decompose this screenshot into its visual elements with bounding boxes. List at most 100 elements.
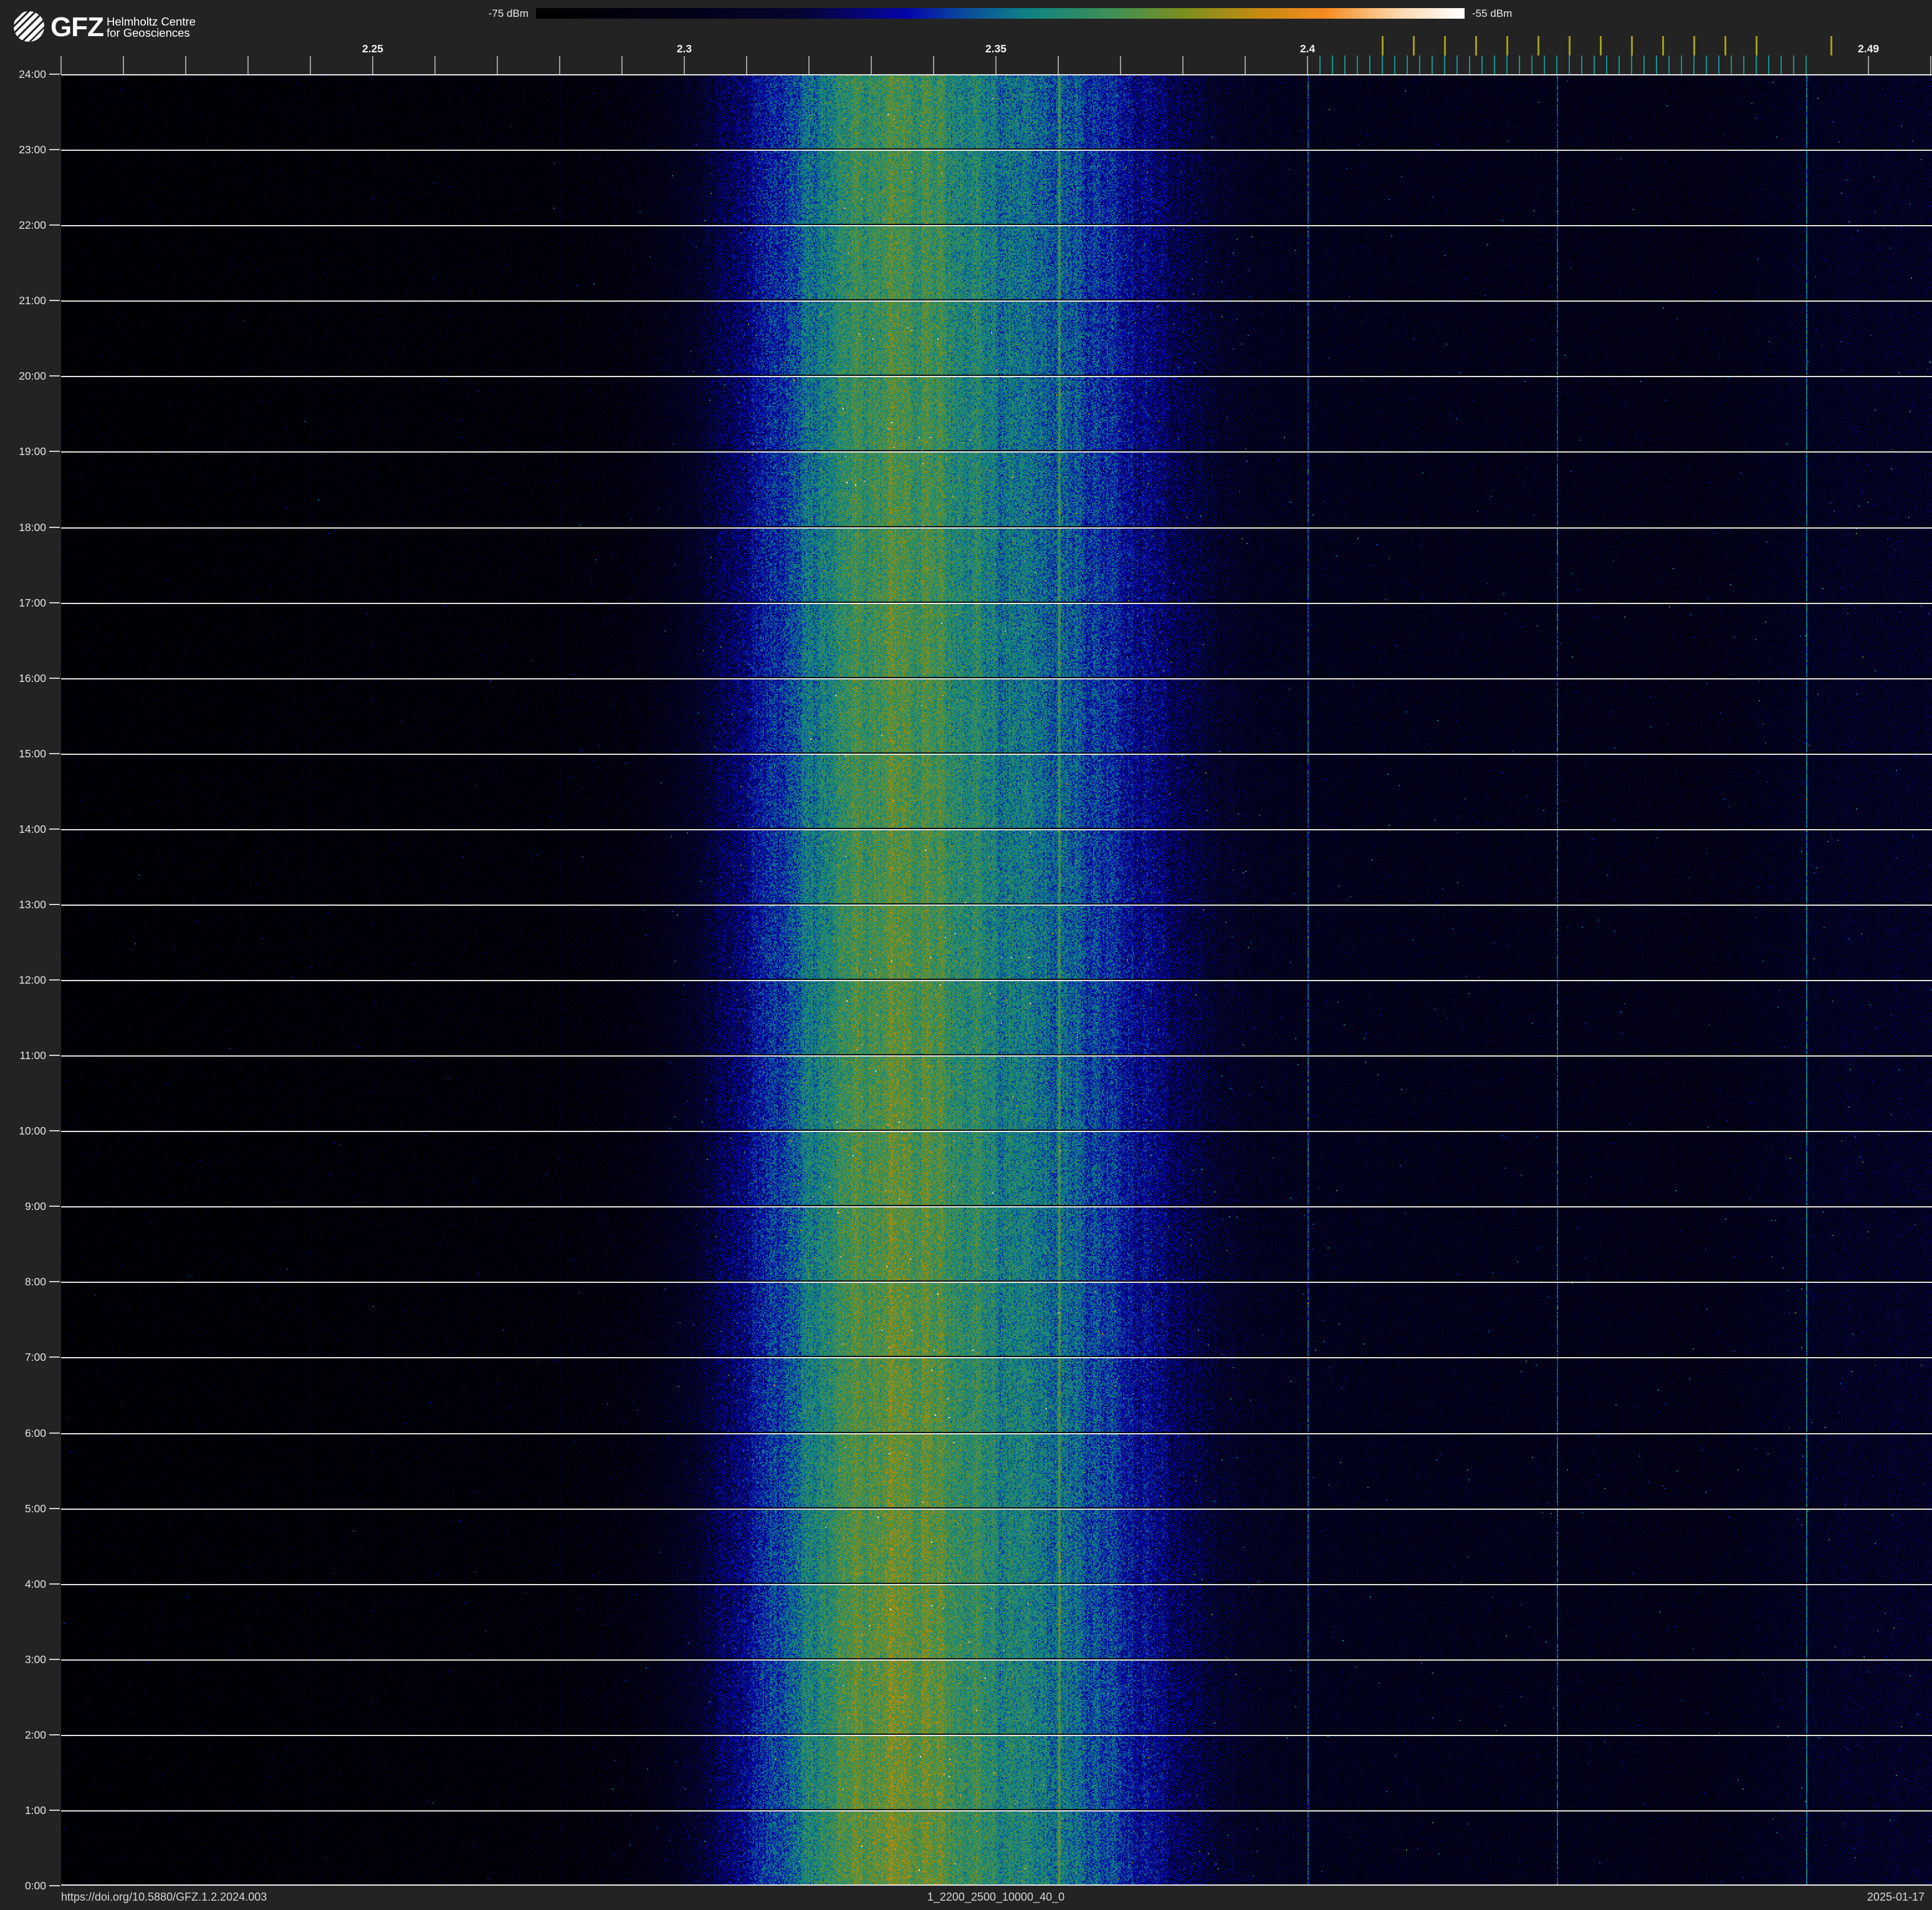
frequency-minor-tick [1245, 56, 1246, 74]
spectrogram-canvas [61, 74, 1932, 1886]
time-tick-label: 16:00 [19, 671, 46, 684]
frequency-minor-tick [1307, 56, 1308, 74]
gfz-logo-subtitle-line1: Helmholtz Centre [107, 15, 196, 28]
ble-channel-tick [1756, 55, 1757, 74]
frequency-tick-label: 2.3 [676, 42, 692, 55]
time-tick-label: 13:00 [19, 898, 46, 911]
ble-channel-tick [1469, 55, 1470, 74]
frequency-minor-tick [933, 56, 934, 74]
wifi-channel-tick [1693, 36, 1695, 55]
wifi-channel-tick [1506, 36, 1508, 55]
time-tick [49, 1583, 60, 1585]
time-tick-label: 12:00 [19, 974, 46, 986]
frequency-minor-tick [372, 56, 373, 74]
frequency-minor-tick [871, 56, 872, 74]
frequency-minor-tick [1058, 56, 1059, 74]
frequency-minor-tick [1868, 56, 1869, 74]
ble-channel-tick [1594, 55, 1595, 74]
frequency-tick-label: 2.35 [985, 42, 1007, 55]
time-tick [49, 677, 60, 679]
frequency-minor-tick [60, 56, 62, 74]
ble-channel-tick [1382, 55, 1383, 74]
time-tick-label: 11:00 [19, 1049, 47, 1062]
wifi-channel-tick [1412, 36, 1415, 55]
time-tick [49, 903, 60, 905]
time-tick-label: 3:00 [24, 1653, 46, 1666]
frequency-minor-tick [621, 56, 623, 74]
ble-channel-tick [1631, 55, 1632, 74]
time-tick [49, 828, 60, 830]
ble-channel-tick [1556, 55, 1557, 74]
ble-channel-tick [1643, 55, 1645, 74]
ble-channel-tick [1332, 55, 1333, 74]
time-tick [49, 74, 60, 75]
time-tick [49, 602, 60, 603]
ble-channel-tick [1481, 55, 1483, 74]
frequency-minor-tick [185, 56, 186, 74]
frequency-minor-tick [247, 56, 249, 74]
ble-channel-tick [1444, 55, 1445, 74]
time-tick-label: 20:00 [19, 370, 46, 383]
time-tick-label: 8:00 [24, 1275, 46, 1289]
wifi-channel-tick [1443, 36, 1446, 55]
time-tick [49, 1130, 60, 1132]
frequency-minor-tick [1120, 56, 1121, 74]
time-tick-label: 7:00 [24, 1351, 46, 1364]
time-tick [49, 224, 60, 226]
filename-caption: 1_2200_2500_10000_40_0 [927, 1891, 1065, 1903]
ble-channel-tick [1506, 55, 1508, 74]
time-tick [49, 1809, 60, 1811]
time-tick [49, 375, 60, 377]
ble-channel-tick [1369, 55, 1370, 74]
ble-channel-tick [1319, 55, 1321, 74]
time-tick-label: 1:00 [24, 1803, 46, 1816]
ble-channel-tick [1569, 55, 1570, 74]
time-tick [49, 752, 60, 754]
frequency-minor-tick [1182, 56, 1184, 74]
frequency-minor-tick [310, 56, 311, 74]
frequency-minor-tick [123, 56, 124, 74]
frequency-minor-tick [497, 56, 498, 74]
frequency-minor-tick [434, 56, 436, 74]
time-tick-label: 0:00 [24, 1879, 46, 1892]
ble-channel-tick [1606, 55, 1607, 74]
gfz-logo-text: GFZ [50, 12, 104, 42]
wifi-channel-tick [1630, 36, 1633, 55]
ble-channel-tick [1706, 55, 1707, 74]
frequency-minor-tick [746, 56, 747, 74]
time-tick-label: 15:00 [19, 747, 46, 760]
ble-channel-tick [1731, 55, 1732, 74]
ble-channel-tick [1432, 55, 1433, 74]
ble-channel-tick [1718, 55, 1719, 74]
wifi-channel-tick [1537, 36, 1539, 55]
time-tick-label: 24:00 [19, 68, 46, 80]
ble-channel-tick [1544, 55, 1545, 74]
time-tick [49, 979, 60, 981]
wifi-channel-tick [1755, 36, 1757, 55]
time-tick [49, 526, 60, 528]
time-tick [49, 1432, 60, 1434]
ble-channel-tick [1656, 55, 1657, 74]
time-tick [49, 451, 60, 453]
frequency-minor-tick [995, 56, 997, 74]
ble-channel-tick [1793, 55, 1794, 74]
frequency-minor-tick [808, 56, 810, 74]
frequency-minor-tick [559, 56, 560, 74]
time-tick-label: 23:00 [19, 143, 46, 156]
frequency-tick-label: 2.4 [1299, 42, 1316, 55]
ble-channel-tick [1531, 55, 1533, 74]
time-tick [49, 1206, 60, 1207]
colorbar [536, 8, 1465, 19]
wifi-channel-tick [1475, 36, 1477, 55]
ble-channel-tick [1456, 55, 1458, 74]
ble-channel-tick [1419, 55, 1420, 74]
ble-channel-tick [1394, 55, 1395, 74]
ble-channel-tick [1693, 55, 1695, 74]
ble-channel-tick [1357, 55, 1358, 74]
time-tick-label: 21:00 [19, 294, 46, 307]
gfz-logo-subtitle: Helmholtz Centre for Geosciences [107, 16, 196, 38]
ble-channel-tick [1681, 55, 1682, 74]
time-tick [49, 1658, 60, 1660]
ble-channel-tick [1668, 55, 1670, 74]
doi-caption: https://doi.org/10.5880/GFZ.1.2.2024.003 [61, 1891, 267, 1903]
